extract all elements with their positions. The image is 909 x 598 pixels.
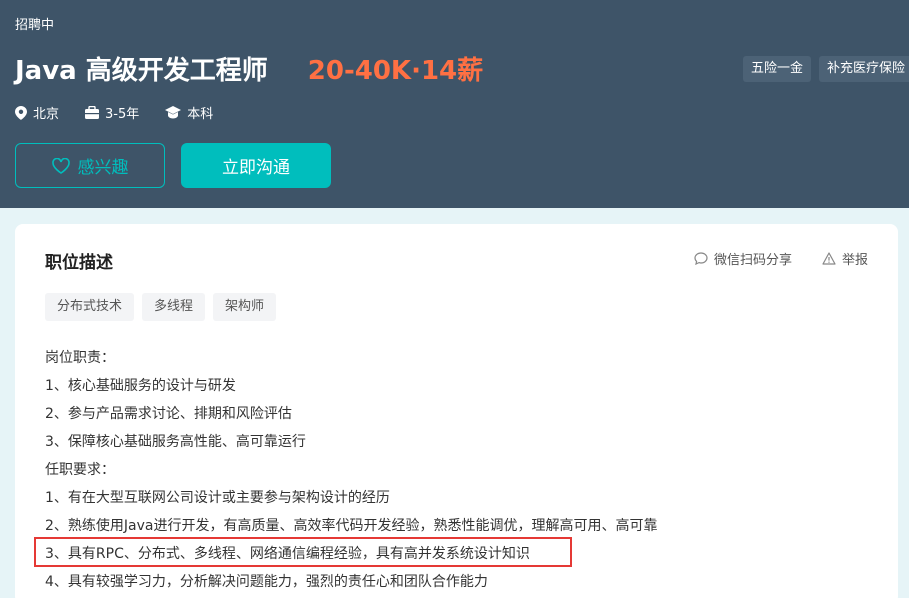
- wechat-share-button[interactable]: 微信扫码分享: [694, 249, 792, 268]
- interest-button-label: 感兴趣: [77, 158, 129, 178]
- chat-button-label: 立即沟通: [222, 158, 290, 178]
- meta-location: 北京: [15, 103, 59, 122]
- section-title: 职位描述: [45, 253, 113, 273]
- job-meta: 北京 3-5年 本科: [15, 103, 239, 122]
- meta-experience: 3-5年: [85, 103, 139, 122]
- interest-button[interactable]: 感兴趣: [15, 143, 165, 188]
- description-line: 4、具有较强学习力，分析解决问题能力，强烈的责任心和团队合作能力: [45, 574, 488, 590]
- skill-tag: 多线程: [142, 293, 206, 321]
- card-actions: 微信扫码分享 举报: [664, 249, 868, 268]
- job-header: 招聘中 Java 高级开发工程师 20-40K·14薪 五险一金 补充医疗保险 …: [0, 0, 909, 208]
- description-line: 1、有在大型互联网公司设计或主要参与架构设计的经历: [45, 490, 390, 506]
- warning-icon: [822, 252, 836, 265]
- description-line: 2、熟练使用Java进行开发，有高质量、高效率代码开发经验，熟悉性能调优，理解高…: [45, 518, 658, 534]
- skill-tag: 分布式技术: [45, 293, 135, 321]
- skill-tags: 分布式技术 多线程 架构师: [45, 293, 284, 321]
- description-line: 岗位职责：: [45, 350, 115, 366]
- benefit-tags: 五险一金 补充医疗保险: [743, 56, 909, 82]
- description-line: 3、保障核心基础服务高性能、高可靠运行: [45, 434, 306, 450]
- job-title: Java 高级开发工程师: [15, 56, 268, 86]
- highlight-box: [34, 537, 572, 567]
- chat-bubble-icon: [694, 252, 708, 265]
- description-line: 任职要求：: [45, 462, 115, 478]
- briefcase-icon: [85, 106, 100, 119]
- graduation-cap-icon: [165, 106, 182, 119]
- report-button[interactable]: 举报: [822, 249, 868, 268]
- education-text: 本科: [187, 107, 214, 122]
- location-text: 北京: [33, 107, 60, 122]
- description-line: 1、核心基础服务的设计与研发: [45, 378, 236, 394]
- benefit-tag: 补充医疗保险: [819, 56, 909, 82]
- chat-now-button[interactable]: 立即沟通: [181, 143, 331, 188]
- recruiting-status: 招聘中: [15, 18, 55, 33]
- meta-education: 本科: [165, 103, 213, 122]
- salary: 20-40K·14薪: [307, 56, 484, 86]
- skill-tag: 架构师: [213, 293, 277, 321]
- experience-text: 3-5年: [105, 107, 140, 122]
- description-line: 2、参与产品需求讨论、排期和风险评估: [45, 406, 292, 422]
- location-pin-icon: [15, 105, 27, 120]
- share-label: 微信扫码分享: [713, 253, 792, 268]
- report-label: 举报: [841, 253, 868, 268]
- title-row: Java 高级开发工程师 20-40K·14薪: [15, 50, 483, 87]
- heart-icon: [51, 157, 70, 174]
- benefit-tag: 五险一金: [743, 56, 812, 82]
